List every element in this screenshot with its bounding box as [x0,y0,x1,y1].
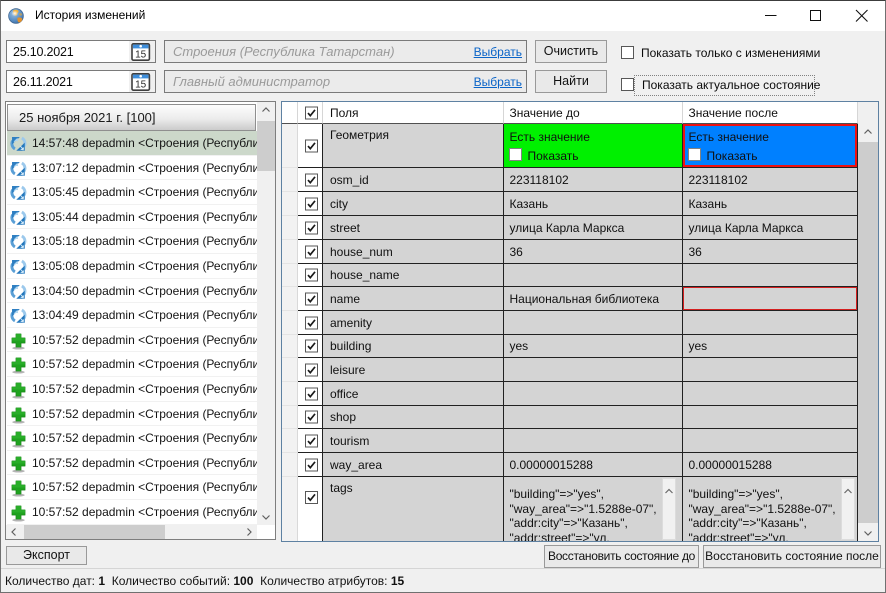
svg-text:15: 15 [135,49,147,60]
svg-text:15: 15 [135,79,147,90]
